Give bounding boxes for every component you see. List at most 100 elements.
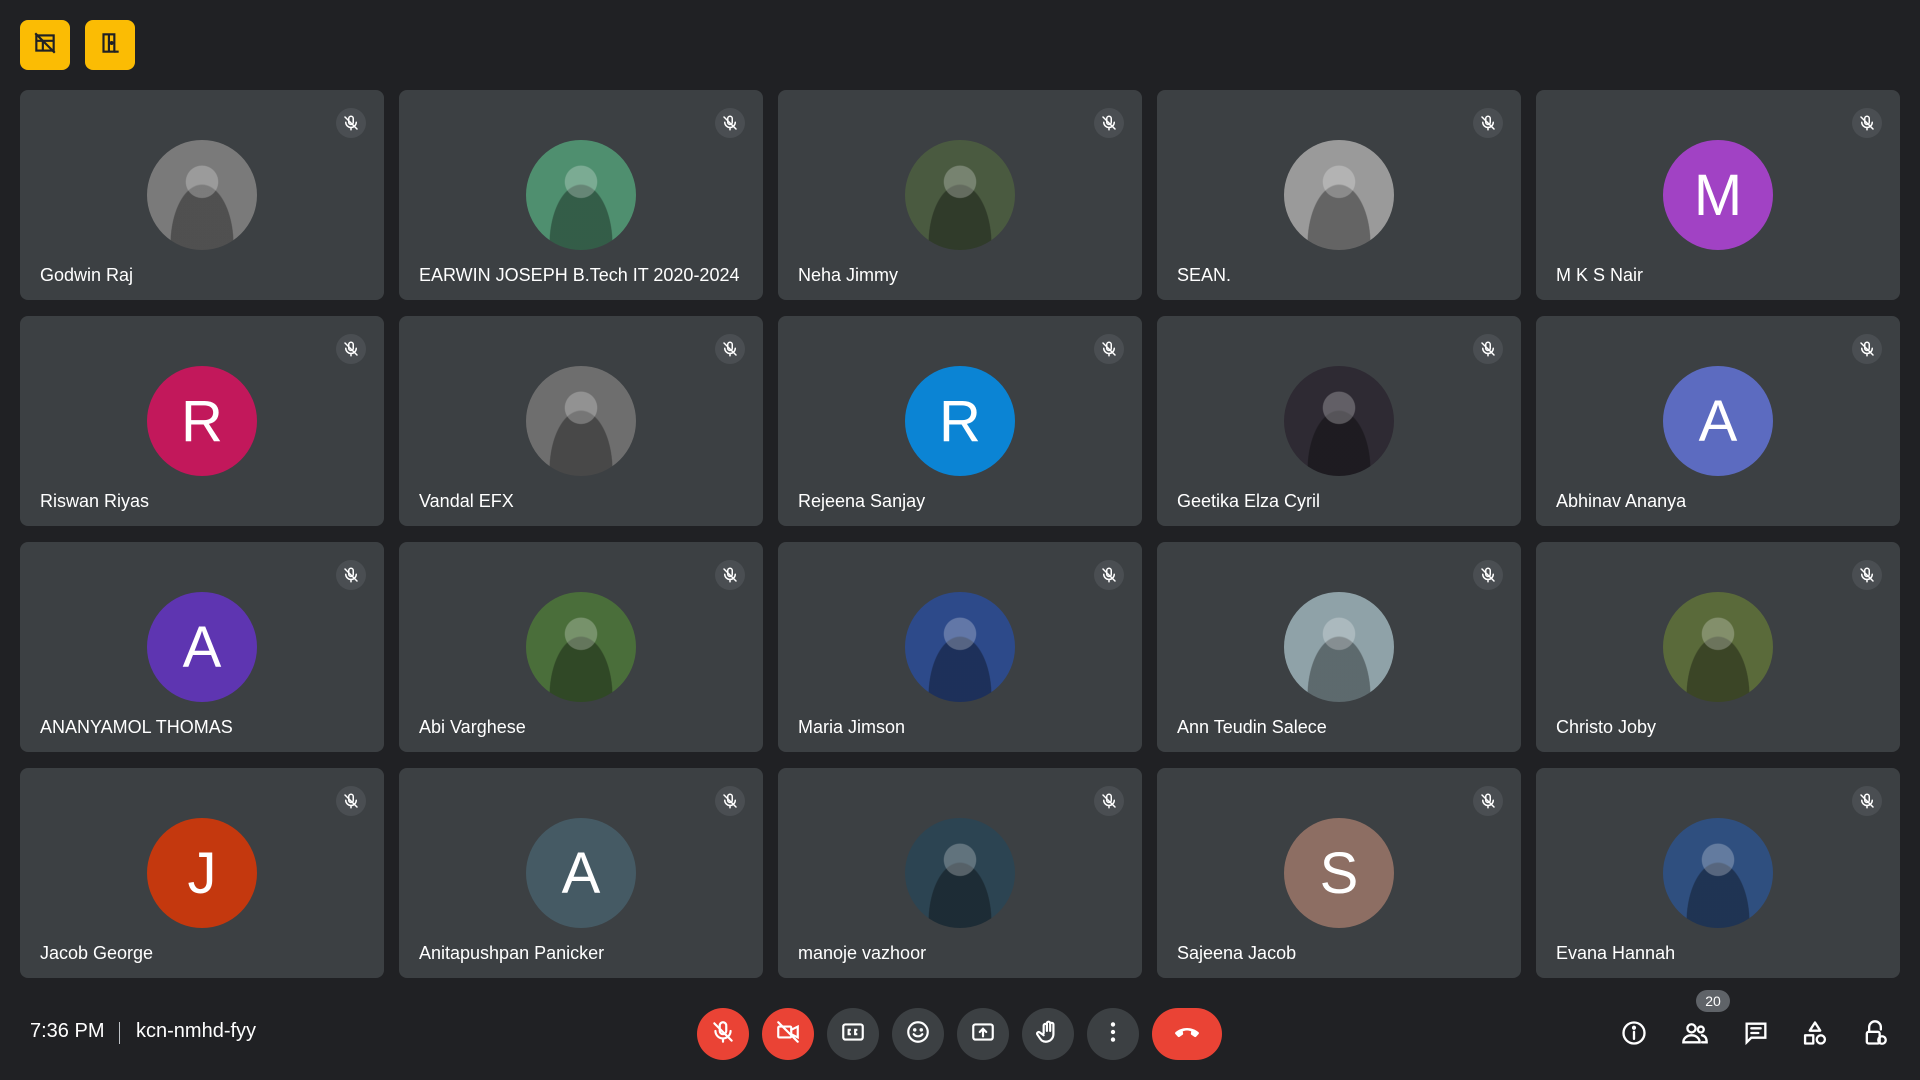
participant-name: Riswan Riyas: [40, 491, 150, 511]
activities-button[interactable]: [1795, 1015, 1835, 1055]
avatar: R: [905, 366, 1015, 476]
present-button[interactable]: [957, 1008, 1009, 1060]
participant-tile[interactable]: SEAN.: [1157, 90, 1521, 300]
participant-name: Neha Jimmy: [798, 265, 899, 285]
people-icon: [1681, 1019, 1709, 1052]
participant-name: ANANYAMOL THOMAS: [40, 717, 233, 737]
avatar-photo: [1663, 592, 1773, 702]
meeting-details-button[interactable]: [1614, 1015, 1654, 1055]
participant-tile[interactable]: manoje vazhoor: [778, 768, 1142, 978]
participant-tile[interactable]: A Anitapushpan Panicker: [399, 768, 763, 978]
participant-tile[interactable]: Geetika Elza Cyril: [1157, 316, 1521, 526]
captions-button[interactable]: [827, 1008, 879, 1060]
participant-tile[interactable]: J Jacob George: [20, 768, 384, 978]
leave-room-button[interactable]: [85, 20, 135, 70]
participant-tile[interactable]: Vandal EFX: [399, 316, 763, 526]
host-controls-icon: [1861, 1019, 1889, 1052]
raise-hand-button[interactable]: [1022, 1008, 1074, 1060]
avatar-photo: [905, 592, 1015, 702]
muted-mic-icon: [1094, 334, 1124, 364]
camera-toggle-button[interactable]: [762, 1008, 814, 1060]
avatar-photo: [905, 140, 1015, 250]
participant-tile[interactable]: Maria Jimson: [778, 542, 1142, 752]
participant-name: Godwin Raj: [40, 265, 134, 285]
participant-tile[interactable]: Neha Jimmy: [778, 90, 1142, 300]
camera-off-icon: [775, 1019, 801, 1050]
participant-name: Evana Hannah: [1556, 943, 1676, 963]
muted-mic-icon: [1094, 108, 1124, 138]
avatar: A: [1663, 366, 1773, 476]
raise-hand-icon: [1035, 1019, 1061, 1050]
captions-icon: [840, 1019, 866, 1050]
hang-up-icon: [1171, 1016, 1203, 1053]
muted-mic-icon: [1852, 560, 1882, 590]
participant-tile[interactable]: A ANANYAMOL THOMAS: [20, 542, 384, 752]
participant-name: EARWIN JOSEPH B.Tech IT 2020-2024: [419, 265, 740, 285]
participant-name: Christo Joby: [1556, 717, 1657, 737]
participant-tile[interactable]: A Abhinav Ananya: [1536, 316, 1900, 526]
participant-tile[interactable]: Christo Joby: [1536, 542, 1900, 752]
participant-tile[interactable]: M M K S Nair: [1536, 90, 1900, 300]
participant-name: Sajeena Jacob: [1177, 943, 1297, 963]
avatar-letter: A: [182, 614, 222, 680]
participant-tile[interactable]: R Rejeena Sanjay: [778, 316, 1142, 526]
muted-mic-icon: [1852, 334, 1882, 364]
muted-mic-icon: [1094, 560, 1124, 590]
muted-mic-icon: [1473, 560, 1503, 590]
participant-name: Vandal EFX: [419, 491, 514, 511]
muted-mic-icon: [336, 108, 366, 138]
avatar-photo: [1663, 818, 1773, 928]
participant-tile[interactable]: Evana Hannah: [1536, 768, 1900, 978]
avatar: A: [147, 592, 257, 702]
participant-tile[interactable]: S Sajeena Jacob: [1157, 768, 1521, 978]
avatar: A: [526, 818, 636, 928]
muted-mic-icon: [715, 334, 745, 364]
host-controls-button[interactable]: [1855, 1015, 1895, 1055]
avatar-letter: R: [939, 388, 981, 454]
avatar-photo: [526, 366, 636, 476]
mic-off-icon: [710, 1019, 736, 1050]
avatar-photo: [147, 140, 257, 250]
chat-button[interactable]: [1736, 1015, 1776, 1055]
meeting-time: 7:36 PM: [30, 1020, 105, 1042]
participant-tile[interactable]: Abi Varghese: [399, 542, 763, 752]
no-layout-button[interactable]: [20, 20, 70, 70]
divider: [119, 1022, 120, 1044]
avatar: R: [147, 366, 257, 476]
chat-icon: [1742, 1019, 1770, 1052]
no-layout-icon: [32, 30, 58, 61]
participant-name: M K S Nair: [1556, 265, 1644, 285]
participant-name: Ann Teudin Salece: [1177, 717, 1327, 737]
avatar: S: [1284, 818, 1394, 928]
participant-tile[interactable]: EARWIN JOSEPH B.Tech IT 2020-2024: [399, 90, 763, 300]
avatar-photo: [1284, 366, 1394, 476]
muted-mic-icon: [715, 786, 745, 816]
present-screen-icon: [970, 1019, 996, 1050]
participant-tile[interactable]: R Riswan Riyas: [20, 316, 384, 526]
participant-name: Abi Varghese: [419, 717, 526, 737]
muted-mic-icon: [1852, 786, 1882, 816]
reactions-button[interactable]: [892, 1008, 944, 1060]
muted-mic-icon: [336, 334, 366, 364]
avatar-letter: S: [1319, 840, 1359, 906]
leave-call-button[interactable]: [1152, 1008, 1222, 1060]
people-button[interactable]: [1675, 1015, 1715, 1055]
muted-mic-icon: [1473, 108, 1503, 138]
participant-name: Jacob George: [40, 943, 154, 963]
avatar: M: [1663, 140, 1773, 250]
more-options-button[interactable]: [1087, 1008, 1139, 1060]
meeting-toolbar: 7:36 PM kcn-nmhd-fyy 20: [0, 990, 1920, 1080]
avatar-photo: [1284, 140, 1394, 250]
avatar-photo: [905, 818, 1015, 928]
avatar-photo: [526, 592, 636, 702]
avatar-letter: M: [1693, 162, 1743, 228]
avatar-letter: J: [187, 840, 217, 906]
participant-name: Abhinav Ananya: [1556, 491, 1687, 511]
activities-icon: [1801, 1019, 1829, 1052]
participant-tile[interactable]: Ann Teudin Salece: [1157, 542, 1521, 752]
emoji-icon: [905, 1019, 931, 1050]
participant-tile[interactable]: Godwin Raj: [20, 90, 384, 300]
participant-name: SEAN.: [1177, 265, 1232, 285]
info-icon: [1620, 1019, 1648, 1052]
mic-toggle-button[interactable]: [697, 1008, 749, 1060]
